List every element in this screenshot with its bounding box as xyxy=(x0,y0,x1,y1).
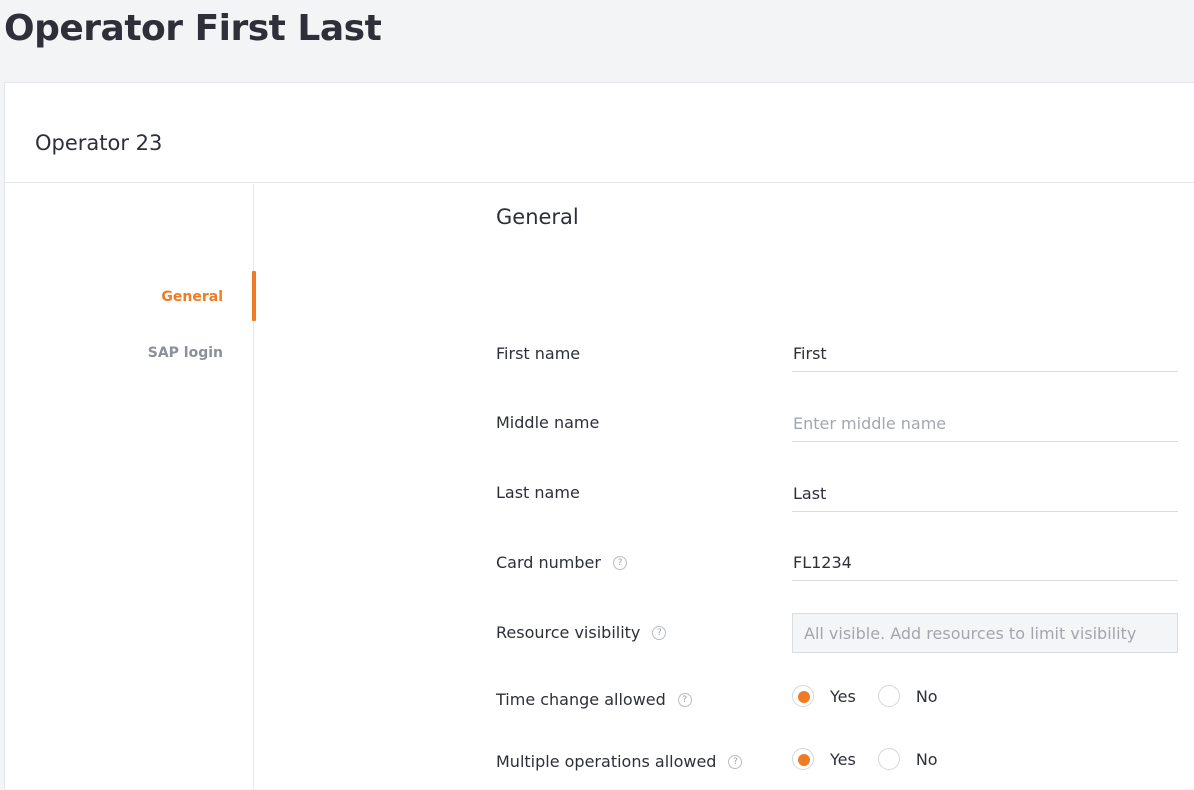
multiple-operations-no-radio[interactable] xyxy=(877,748,900,770)
nav-active-indicator xyxy=(252,271,256,321)
time-change-allowed-label: Time change allowed ? xyxy=(496,690,692,709)
multiple-operations-no-label[interactable]: No xyxy=(916,750,938,769)
card-title: Operator 23 xyxy=(35,131,163,155)
resource-visibility-label-text: Resource visibility xyxy=(496,623,641,642)
nav-item-general[interactable]: General xyxy=(161,289,223,305)
card-header: Operator 23 xyxy=(5,83,1194,183)
multiple-operations-yes-label[interactable]: Yes xyxy=(830,750,856,769)
resource-visibility-input[interactable] xyxy=(792,613,1178,653)
last-name-input[interactable] xyxy=(792,476,1178,512)
time-change-allowed-radio-group: Yes No xyxy=(792,685,960,707)
last-name-label: Last name xyxy=(496,483,580,502)
first-name-label-text: First name xyxy=(496,344,581,363)
section-title: General xyxy=(496,205,579,229)
card-number-label-text: Card number xyxy=(496,553,601,572)
help-icon[interactable]: ? xyxy=(652,625,667,640)
page-title: Operator First Last xyxy=(4,8,382,49)
card-number-input[interactable] xyxy=(792,545,1178,581)
side-nav: General SAP login xyxy=(5,184,256,790)
card-number-label: Card number ? xyxy=(496,553,627,572)
multiple-operations-yes-radio[interactable] xyxy=(792,748,814,770)
help-icon[interactable]: ? xyxy=(728,754,743,769)
multiple-operations-allowed-label: Multiple operations allowed ? xyxy=(496,752,743,771)
time-change-yes-radio[interactable] xyxy=(792,685,814,707)
middle-name-label: Middle name xyxy=(496,413,599,432)
time-change-no-radio[interactable] xyxy=(877,685,900,707)
resource-visibility-label: Resource visibility ? xyxy=(496,623,667,642)
middle-name-label-text: Middle name xyxy=(496,413,600,432)
middle-name-input[interactable] xyxy=(792,406,1178,442)
time-change-yes-label[interactable]: Yes xyxy=(830,687,856,706)
time-change-allowed-label-text: Time change allowed xyxy=(496,690,666,709)
help-icon[interactable]: ? xyxy=(677,692,692,707)
time-change-no-label[interactable]: No xyxy=(916,687,938,706)
nav-item-sap-login[interactable]: SAP login xyxy=(148,345,223,361)
first-name-label: First name xyxy=(496,344,580,363)
first-name-input[interactable] xyxy=(792,336,1178,372)
last-name-label-text: Last name xyxy=(496,483,580,502)
help-icon[interactable]: ? xyxy=(612,555,627,570)
multiple-operations-allowed-radio-group: Yes No xyxy=(792,748,960,770)
multiple-operations-allowed-label-text: Multiple operations allowed xyxy=(496,752,717,771)
